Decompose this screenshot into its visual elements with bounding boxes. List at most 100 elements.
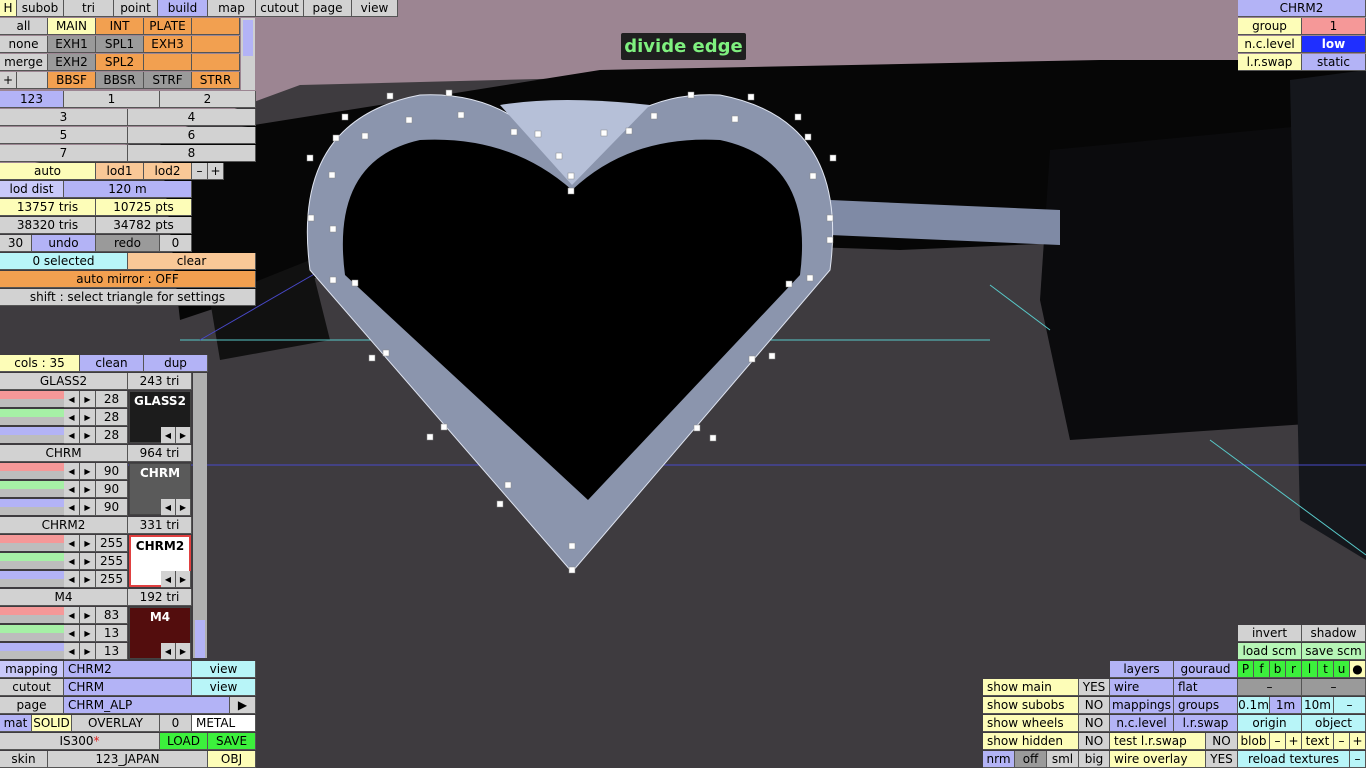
lod-8[interactable]: 8	[128, 145, 256, 162]
group-exh2[interactable]: EXH2	[48, 54, 96, 71]
vertex-handle[interactable]	[806, 274, 814, 282]
dist-1m-button[interactable]: 1m	[1270, 697, 1302, 714]
menu-point[interactable]: point	[114, 0, 158, 17]
menu-cutout[interactable]: cutout	[256, 0, 304, 17]
vertex-handle[interactable]	[826, 214, 834, 222]
material-b-decrease[interactable]: ◀	[64, 571, 80, 588]
view-P-toggle[interactable]: P	[1238, 661, 1254, 678]
swatch-prev-button[interactable]: ◀	[161, 643, 176, 660]
vertex-handle[interactable]	[329, 225, 337, 233]
material-g-decrease[interactable]: ◀	[64, 481, 80, 498]
view-l-toggle[interactable]: l	[1302, 661, 1318, 678]
group-empty-3[interactable]	[144, 54, 192, 71]
group-none[interactable]: none	[0, 36, 48, 53]
test-lr-swap-toggle[interactable]: NO	[1206, 733, 1238, 750]
car-name[interactable]: IS300*	[0, 733, 160, 750]
dash-button-2[interactable]: –	[1302, 679, 1366, 696]
text-button[interactable]: text	[1302, 733, 1334, 750]
material-b-value[interactable]: 90	[96, 499, 128, 516]
origin-button[interactable]: origin	[1238, 715, 1302, 732]
vertex-handle[interactable]	[457, 111, 465, 119]
group-strr[interactable]: STRR	[192, 72, 240, 89]
material-r-slider[interactable]	[0, 607, 64, 615]
material-r-value[interactable]: 83	[96, 607, 128, 624]
material-b-increase[interactable]: ▶	[80, 427, 96, 444]
materials-scrollbar[interactable]	[193, 373, 207, 658]
vertex-handle[interactable]	[382, 349, 390, 357]
lr-swap-value[interactable]: static	[1302, 54, 1366, 71]
group-empty-1[interactable]	[192, 18, 240, 35]
vertex-handle[interactable]	[329, 276, 337, 284]
material-g-slider[interactable]	[0, 481, 64, 489]
group-empty-4[interactable]	[192, 54, 240, 71]
show-main-toggle[interactable]: YES	[1079, 679, 1110, 696]
material-b-slider[interactable]	[0, 499, 64, 507]
material-b-slider[interactable]	[0, 643, 64, 651]
groups-button[interactable]: groups	[1174, 697, 1238, 714]
vertex-handle[interactable]	[426, 433, 434, 441]
group-bbsr[interactable]: BBSR	[96, 72, 144, 89]
dist-01m-button[interactable]: 0.1m	[1238, 697, 1270, 714]
save-scm-button[interactable]: save scm	[1302, 643, 1366, 660]
h-button[interactable]: H	[0, 0, 17, 17]
obj-button[interactable]: OBJ	[208, 751, 256, 768]
mat-solid-button[interactable]: SOLID	[32, 715, 72, 732]
material-g-increase[interactable]: ▶	[80, 481, 96, 498]
dist-minus-button[interactable]: –	[1334, 697, 1366, 714]
vertex-handle[interactable]	[555, 152, 563, 160]
group-strf[interactable]: STRF	[144, 72, 192, 89]
lod-1[interactable]: 1	[64, 91, 160, 108]
group-exh3[interactable]: EXH3	[144, 36, 192, 53]
group-spl2[interactable]: SPL2	[96, 54, 144, 71]
nc-level-button[interactable]: n.c.level	[1110, 715, 1174, 732]
flat-button[interactable]: flat	[1174, 679, 1238, 696]
material-b-decrease[interactable]: ◀	[64, 643, 80, 660]
vertex-handle[interactable]	[794, 113, 802, 121]
load-scm-button[interactable]: load scm	[1238, 643, 1302, 660]
lod-auto-button[interactable]: auto	[0, 163, 96, 180]
vertex-handle[interactable]	[731, 115, 739, 123]
save-button[interactable]: SAVE	[208, 733, 256, 750]
shadow-button[interactable]: shadow	[1302, 625, 1366, 642]
vertex-handle[interactable]	[747, 93, 755, 101]
view-r-toggle[interactable]: r	[1286, 661, 1302, 678]
material-r-decrease[interactable]: ◀	[64, 607, 80, 624]
vertex-handle[interactable]	[351, 279, 359, 287]
material-b-value[interactable]: 255	[96, 571, 128, 588]
mappings-button[interactable]: mappings	[1110, 697, 1174, 714]
swatch-prev-button[interactable]: ◀	[161, 499, 176, 516]
text-minus-button[interactable]: –	[1334, 733, 1350, 750]
blob-minus-button[interactable]: –	[1270, 733, 1286, 750]
lod-minus-button[interactable]: –	[192, 163, 208, 180]
material-g-decrease[interactable]: ◀	[64, 553, 80, 570]
lod-4[interactable]: 4	[128, 109, 256, 126]
mapping-view-button[interactable]: view	[192, 661, 256, 678]
view-u-toggle[interactable]: u	[1334, 661, 1350, 678]
lod-plus-button[interactable]: +	[208, 163, 224, 180]
layers-button[interactable]: layers	[1110, 661, 1174, 678]
vertex-handle[interactable]	[829, 154, 837, 162]
swatch-next-button[interactable]: ▶	[176, 427, 191, 444]
vertex-handle[interactable]	[809, 172, 817, 180]
vertex-handle[interactable]	[328, 171, 336, 179]
material-r-slider[interactable]	[0, 463, 64, 471]
lod-dist-value[interactable]: 120 m	[64, 181, 192, 198]
material-r-increase[interactable]: ▶	[80, 607, 96, 624]
wire-button[interactable]: wire	[1110, 679, 1174, 696]
material-g-value[interactable]: 255	[96, 553, 128, 570]
vertex-handle[interactable]	[568, 566, 576, 574]
skin-value[interactable]: 123_JAPAN	[48, 751, 208, 768]
mat-metal-button[interactable]: METAL	[192, 715, 256, 732]
vertex-handle[interactable]	[341, 113, 349, 121]
cutout-value[interactable]: CHRM	[64, 679, 192, 696]
mat-overlay-button[interactable]: OVERLAY	[72, 715, 160, 732]
vertex-handle[interactable]	[567, 187, 575, 195]
material-r-decrease[interactable]: ◀	[64, 535, 80, 552]
off-button[interactable]: off	[1015, 751, 1047, 768]
reload-minus-button[interactable]: –	[1350, 751, 1366, 768]
material-b-decrease[interactable]: ◀	[64, 499, 80, 516]
wire-overlay-toggle[interactable]: YES	[1206, 751, 1238, 768]
dist-10m-button[interactable]: 10m	[1302, 697, 1334, 714]
swatch-prev-button[interactable]: ◀	[161, 427, 176, 444]
gouraud-button[interactable]: gouraud	[1174, 661, 1238, 678]
